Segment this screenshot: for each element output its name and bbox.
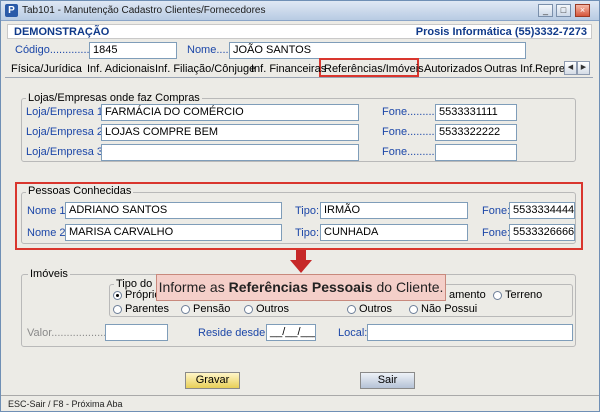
company-header: DEMONSTRAÇÃO Prosis Informática (55)3332…	[7, 24, 592, 39]
close-button[interactable]: ×	[575, 4, 590, 17]
reside-desde-field[interactable]: __/__/____	[266, 324, 316, 341]
tab-repre[interactable]: Repre	[535, 63, 565, 75]
pessoa2-fone-field[interactable]: 5533326666	[509, 224, 575, 241]
radio-outros-1[interactable]	[244, 305, 253, 314]
nome-field[interactable]: JOÃO SANTOS	[229, 42, 526, 59]
gravar-button[interactable]: Gravar	[185, 372, 240, 389]
radio-proprio[interactable]	[113, 291, 122, 300]
tab-referencias-imoveis[interactable]: Referências/Imóveis	[324, 63, 424, 75]
vendor-contact: Prosis Informática (55)3332-7273	[415, 26, 587, 38]
imoveis-group-title: Imóveis	[28, 268, 70, 280]
pessoa2-tipo-label: Tipo:	[295, 227, 320, 239]
loja1-fone-field[interactable]: 5533331111	[435, 104, 517, 121]
tab-autorizados[interactable]: Autorizados	[424, 63, 482, 75]
pessoa2-tipo-field[interactable]: CUNHADA	[320, 224, 468, 241]
pessoa1-tipo-field[interactable]: IRMÃO	[320, 202, 468, 219]
pessoas-group-title: Pessoas Conhecidas	[26, 185, 134, 197]
status-bar: ESC-Sair / F8 - Próxima Aba	[1, 395, 599, 412]
loja1-label: Loja/Empresa 1:	[26, 106, 107, 118]
pessoa1-fone-label: Fone:	[482, 205, 511, 217]
loja1-field[interactable]: FARMÁCIA DO COMÉRCIO	[101, 104, 359, 121]
app-icon: P	[5, 4, 18, 17]
tab-inf-adicionais[interactable]: Inf. Adicionais	[87, 63, 155, 75]
maximize-button[interactable]: □	[556, 4, 571, 17]
nome-label: Nome.....:	[187, 44, 235, 56]
tab-scroll-left-icon[interactable]: ◀	[564, 61, 577, 75]
pessoa2-label: Nome 2:	[27, 227, 69, 239]
pessoa2-nome-field[interactable]: MARISA CARVALHO	[65, 224, 282, 241]
pessoa1-nome-field[interactable]: ADRIANO SANTOS	[65, 202, 282, 219]
main-window: P Tab101 - Manutenção Cadastro Clientes/…	[0, 0, 600, 412]
company-name: DEMONSTRAÇÃO	[14, 26, 110, 38]
radio-pensao[interactable]	[181, 305, 190, 314]
window-title: Tab101 - Manutenção Cadastro Clientes/Fo…	[22, 5, 266, 16]
help-callout-pre: Informe as	[158, 279, 229, 295]
radio-outros-2[interactable]	[347, 305, 356, 314]
radio-pensao-label: Pensão	[193, 303, 231, 315]
tab-fisica-juridica[interactable]: Física/Jurídica	[11, 63, 82, 75]
codigo-label: Código.............	[15, 44, 90, 56]
arrow-down-icon	[290, 250, 312, 273]
radio-nao-possui[interactable]	[409, 305, 418, 314]
minimize-button[interactable]: _	[538, 4, 553, 17]
loja3-fone-label: Fone.........:	[382, 146, 438, 158]
pessoa1-label: Nome 1:	[27, 205, 69, 217]
radio-outros-2-label: Outros	[359, 303, 393, 315]
loja2-field[interactable]: LOJAS COMPRE BEM	[101, 124, 359, 141]
valor-field[interactable]	[105, 324, 168, 341]
loja2-label: Loja/Empresa 2:	[26, 126, 107, 138]
local-field[interactable]	[367, 324, 573, 341]
tab-scroll-right-icon[interactable]: ▶	[577, 61, 590, 75]
radio-outros-1-label: Outros	[256, 303, 290, 315]
codigo-field[interactable]: 1845	[89, 42, 177, 59]
loja3-fone-field[interactable]	[435, 144, 517, 161]
lojas-group-title: Lojas/Empresas onde faz Compras	[26, 92, 202, 104]
loja3-label: Loja/Empresa 3:	[26, 146, 107, 158]
loja1-fone-label: Fone.........:	[382, 106, 438, 118]
loja2-fone-label: Fone.........:	[382, 126, 438, 138]
radio-arrendamento-label: amento	[449, 289, 486, 301]
sair-button[interactable]: Sair	[360, 372, 415, 389]
loja2-fone-field[interactable]: 5533322222	[435, 124, 517, 141]
radio-parentes-label: Parentes	[125, 303, 170, 315]
tab-outras-inf[interactable]: Outras Inf.	[484, 63, 535, 75]
tab-inf-financeiras[interactable]: Inf. Financeiras	[251, 63, 326, 75]
reside-desde-label: Reside desde:	[198, 327, 269, 339]
tab-inf-filiacao[interactable]: Inf. Filiação/Cônjuge	[155, 63, 255, 75]
radio-parentes[interactable]	[113, 305, 122, 314]
loja3-field[interactable]	[101, 144, 359, 161]
pessoa1-tipo-label: Tipo:	[295, 205, 320, 217]
help-callout: Informe as Referências Pessoais do Clien…	[156, 274, 446, 301]
help-callout-post: do Cliente.	[372, 279, 444, 295]
title-bar: P Tab101 - Manutenção Cadastro Clientes/…	[1, 1, 599, 21]
local-label: Local:	[338, 327, 368, 339]
pessoa1-fone-field[interactable]: 5533334444	[509, 202, 575, 219]
help-callout-bold: Referências Pessoais	[228, 279, 373, 295]
radio-nao-possui-label: Não Possui	[421, 303, 478, 315]
pessoa2-fone-label: Fone:	[482, 227, 511, 239]
radio-terreno[interactable]	[493, 291, 502, 300]
radio-terreno-label: Terreno	[505, 289, 543, 301]
